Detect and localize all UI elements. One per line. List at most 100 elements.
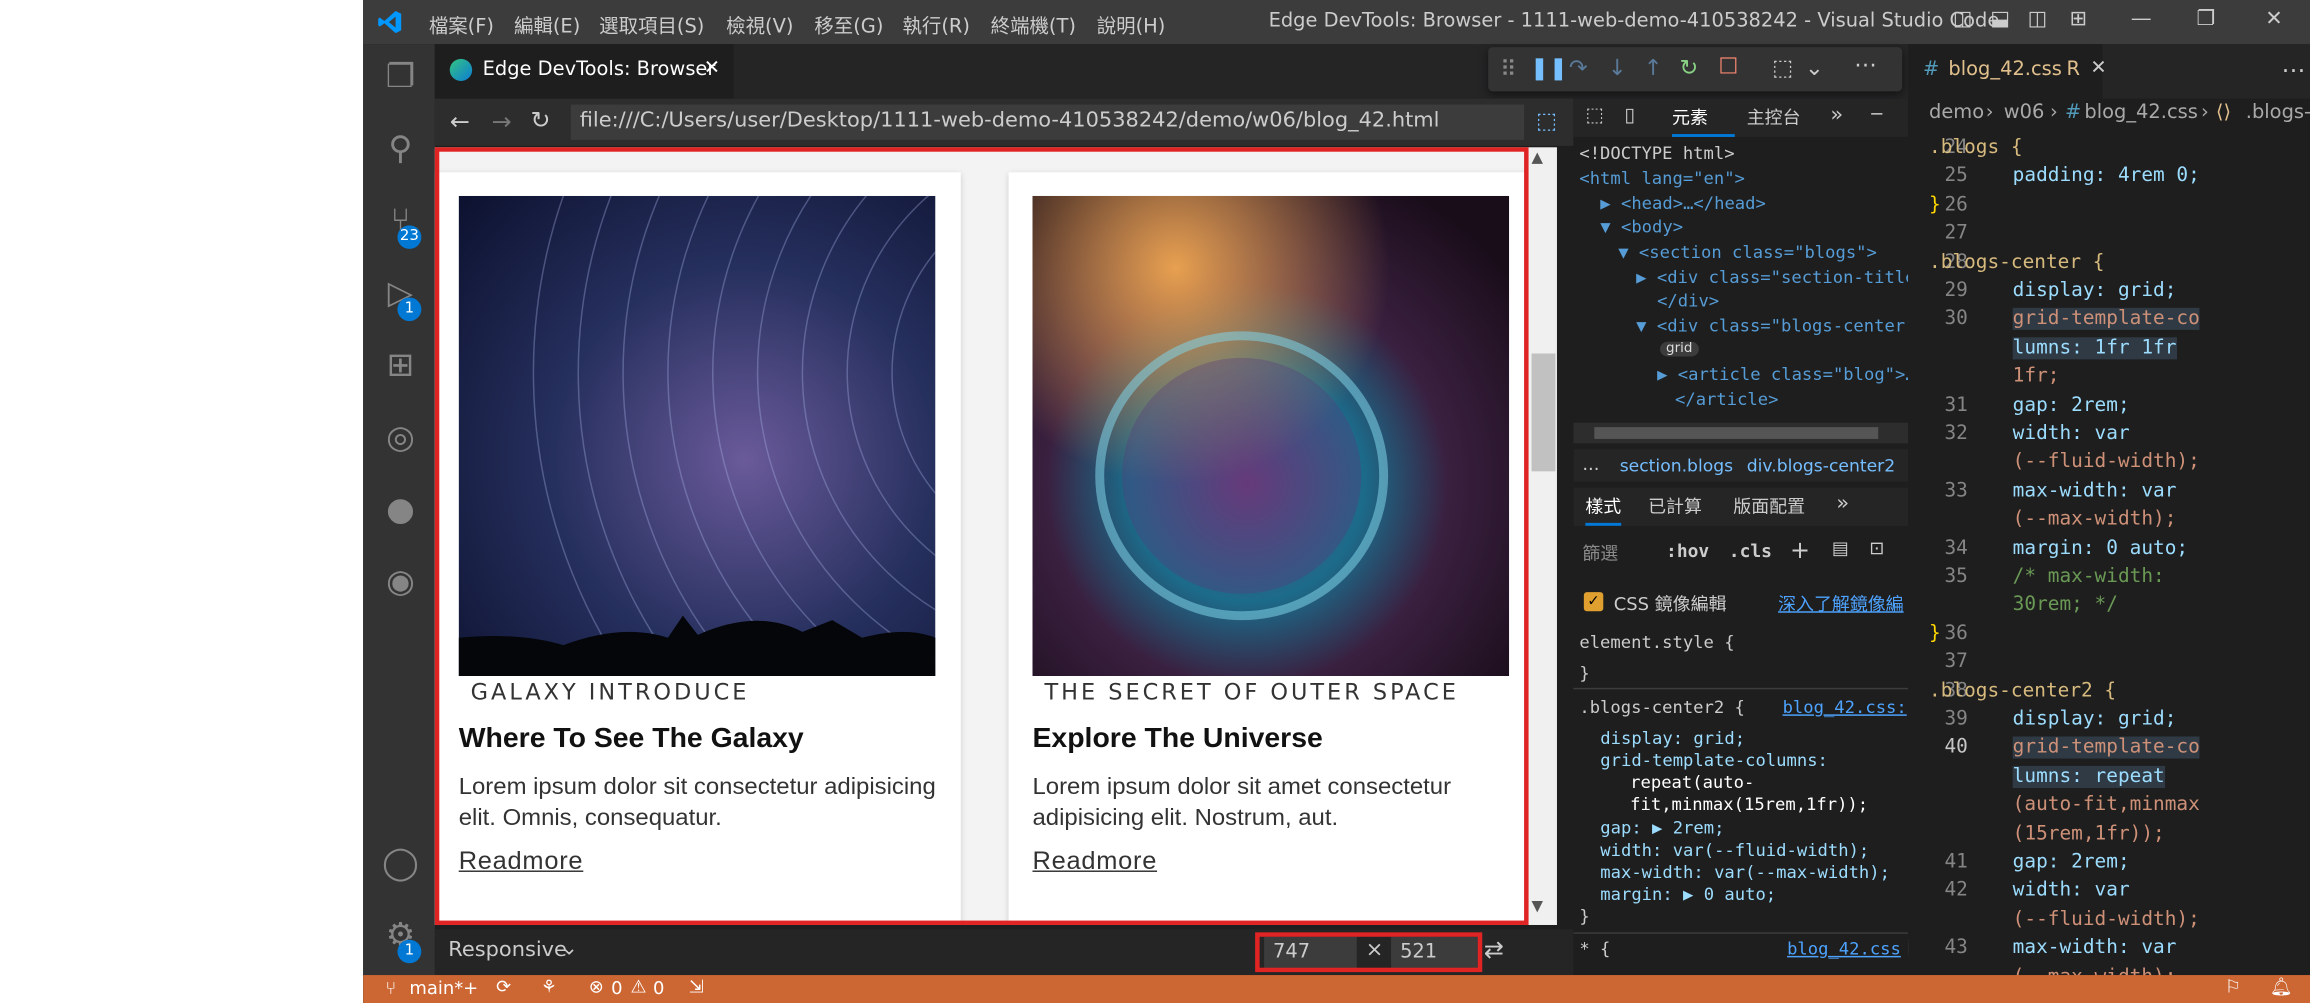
rule-source-link[interactable]: blog_42.css: xyxy=(1783,697,1907,718)
pause-icon[interactable]: ❚❚ xyxy=(1530,54,1568,81)
warning-count[interactable]: 0 xyxy=(653,978,664,999)
code-line[interactable]: (--max-width); xyxy=(2013,508,2177,530)
code-line[interactable]: } xyxy=(1929,194,1941,216)
code-line[interactable]: (--fluid-width); xyxy=(2013,908,2200,930)
rule-grid-template[interactable]: grid-template-columns: xyxy=(1600,750,1828,771)
branch-name[interactable]: main*+ xyxy=(409,978,478,999)
star-rule[interactable]: * { xyxy=(1579,938,1610,959)
dom-html[interactable]: <html lang="en"> xyxy=(1579,168,1745,189)
step-out-icon[interactable]: ↑ xyxy=(1644,54,1663,81)
tab-computed[interactable]: 已計算 xyxy=(1648,493,1702,518)
dom-section[interactable]: ▼ <section class="blogs"> xyxy=(1618,242,1877,263)
menu-edit[interactable]: 編輯(E) xyxy=(514,10,580,38)
code-line[interactable]: margin: 0 auto; xyxy=(2013,537,2188,559)
rule-selector[interactable]: .blogs-center2 { xyxy=(1579,697,1745,718)
more-actions-icon[interactable]: ⋯ xyxy=(2282,56,2306,84)
dom-doctype[interactable]: <!DOCTYPE html> xyxy=(1579,143,1734,164)
explorer-icon[interactable]: ❐ xyxy=(381,59,420,97)
code-line[interactable]: padding: 4rem 0; xyxy=(2013,166,2200,188)
code-line[interactable]: max-width: var xyxy=(2013,937,2177,959)
device-toggle-icon[interactable]: ▯ xyxy=(1624,105,1635,127)
tab-styles[interactable]: 樣式 xyxy=(1585,493,1622,526)
restart-icon[interactable]: ↻ xyxy=(1679,54,1698,81)
inspect-screencast-icon[interactable]: ⬚ xyxy=(1772,54,1793,81)
step-into-icon[interactable]: ↓ xyxy=(1608,54,1627,81)
rule-display[interactable]: display: grid; xyxy=(1600,728,1745,749)
customize-layout-icon[interactable]: ⊞ xyxy=(2069,7,2087,31)
close-window-icon[interactable]: ✕ xyxy=(2265,7,2283,31)
git-graph-icon[interactable]: ⚘ xyxy=(541,977,557,998)
viewport-scrollbar[interactable]: ▲ ▼ xyxy=(1525,147,1557,925)
code-line[interactable]: (auto-fit,minmax xyxy=(2013,794,2200,816)
breadcrumb-section[interactable]: section.blogs xyxy=(1620,455,1733,476)
dom-body[interactable]: ▼ <body> xyxy=(1600,217,1683,238)
breadcrumb-selector[interactable]: .blogs- xyxy=(2246,102,2310,124)
edge-devtools-icon[interactable]: ◎ xyxy=(381,420,420,458)
code-line[interactable]: grid-template-co xyxy=(2012,308,2200,331)
css-mirror-checkbox[interactable]: ✓ xyxy=(1583,592,1604,612)
device-mode-select[interactable]: Responsive xyxy=(448,938,567,962)
inspect-element-icon[interactable]: ⬚ xyxy=(1585,105,1603,127)
breadcrumb-div[interactable]: div.blogs-center2 xyxy=(1747,455,1895,476)
tab-layout[interactable]: 版面配置 xyxy=(1733,493,1805,518)
scroll-up-icon[interactable]: ▲ xyxy=(1532,150,1544,166)
hov-toggle[interactable]: :hov xyxy=(1666,541,1709,562)
chevron-down-icon[interactable]: ⌄ xyxy=(560,937,578,961)
toggle-secondary-sidebar-icon[interactable]: ◫ xyxy=(2028,7,2048,31)
rule-gap[interactable]: gap: ▶ 2rem; xyxy=(1600,817,1724,838)
rule-margin[interactable]: margin: ▶ 0 auto; xyxy=(1600,884,1776,905)
more-style-tabs-icon[interactable]: » xyxy=(1836,492,1849,516)
learn-more-link[interactable]: 深入了解鏡像編 xyxy=(1778,591,1904,616)
feedback-icon[interactable]: ⚐ xyxy=(2225,977,2241,998)
minimize-icon[interactable]: — xyxy=(2131,7,2152,31)
code-line[interactable]: gap: 2rem; xyxy=(2013,394,2130,416)
dom-section-title[interactable]: ▶ <div class="section-title xyxy=(1636,267,1908,288)
inspect-icon[interactable]: ⬚ xyxy=(1536,108,1557,135)
code-line[interactable]: (--fluid-width); xyxy=(2013,451,2200,473)
css-editor[interactable]: 24 .blogs {25 padding: 4rem 0; 26} 27 28 .blog… xyxy=(1908,131,2310,988)
code-line[interactable]: max-width: var xyxy=(2013,480,2177,502)
menu-run[interactable]: 執行(R) xyxy=(902,10,970,38)
back-arrow-icon[interactable]: ← xyxy=(450,108,470,136)
step-over-icon[interactable]: ↷ xyxy=(1569,54,1588,81)
extensions-icon[interactable]: ⊞ xyxy=(381,348,420,386)
code-line[interactable]: .blogs-center2 { xyxy=(1929,680,2116,702)
breadcrumb-more[interactable]: ... xyxy=(1582,454,1599,475)
paint-icon[interactable]: ▤ xyxy=(1832,538,1849,559)
menu-go[interactable]: 移至(G) xyxy=(814,10,883,38)
sync-icon[interactable]: ⟳ xyxy=(496,977,511,998)
search-icon[interactable]: ⚲ xyxy=(381,131,420,169)
menu-view[interactable]: 檢視(V) xyxy=(726,10,793,38)
toggle-sidebar-icon[interactable]: ◫ xyxy=(1953,7,1973,31)
sidebar-toggle-icon[interactable]: ⊡ xyxy=(1869,538,1884,559)
code-line[interactable]: (15rem,1fr)); xyxy=(2013,823,2165,845)
live-share-icon[interactable]: ⇲ xyxy=(689,977,704,998)
breadcrumb-demo[interactable]: demo xyxy=(1929,102,1984,124)
account-icon[interactable]: ◯ xyxy=(381,845,420,883)
url-input[interactable]: file:///C:/Users/user/Desktop/1111-web-d… xyxy=(570,104,1525,140)
code-line[interactable]: } xyxy=(1929,623,1941,645)
more-actions-icon[interactable]: ⋯ xyxy=(1854,52,1876,79)
code-line[interactable]: .blogs { xyxy=(1929,137,2023,159)
more-tabs-icon[interactable]: » xyxy=(1830,103,1843,127)
dom-article-close[interactable]: </article> xyxy=(1675,389,1778,410)
code-line[interactable]: display: grid; xyxy=(2013,708,2177,730)
code-line[interactable]: display: grid; xyxy=(2013,280,2177,302)
css-file-tab[interactable]: # blog_42.css R ✕ xyxy=(1908,44,2107,99)
code-line[interactable]: grid-template-co xyxy=(2012,737,2200,760)
new-rule-icon[interactable]: + xyxy=(1790,536,1810,564)
rotate-icon[interactable]: ⇄ xyxy=(1484,935,1504,963)
notifications-icon[interactable]: 🔔︎ xyxy=(2270,977,2293,998)
viewport-scroll-thumb[interactable] xyxy=(1531,353,1556,472)
chevron-down-icon[interactable]: ⌄ xyxy=(1805,54,1824,81)
menu-help[interactable]: 說明(H) xyxy=(1097,10,1166,38)
restore-icon[interactable]: ❐ xyxy=(2196,7,2215,31)
forward-arrow-icon[interactable]: → xyxy=(492,108,512,136)
menu-terminal[interactable]: 終端機(T) xyxy=(991,10,1076,38)
element-style[interactable]: element.style { xyxy=(1579,632,1734,653)
breadcrumb-w06[interactable]: w06 xyxy=(2004,102,2045,124)
close-tab-icon[interactable]: ✕ xyxy=(2090,57,2106,79)
dom-hscrollbar[interactable] xyxy=(1573,422,1909,444)
reload-icon[interactable]: ↻ xyxy=(530,106,550,134)
rule-width[interactable]: width: var(--fluid-width); xyxy=(1600,840,1869,861)
